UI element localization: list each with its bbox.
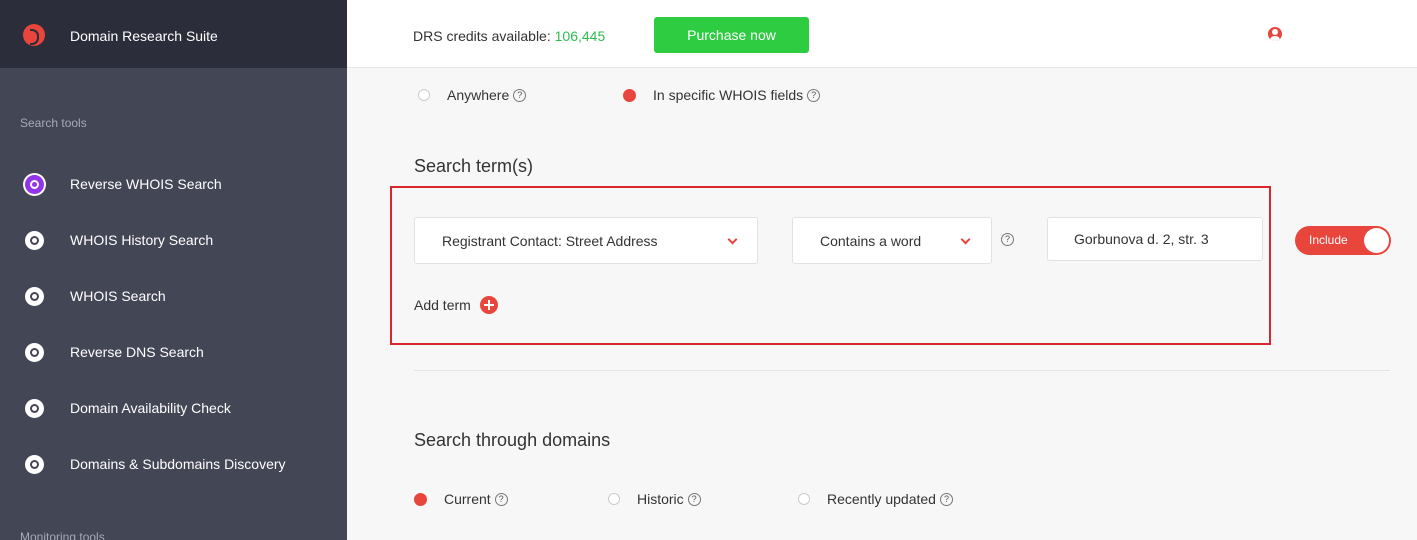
- section-divider: [414, 370, 1390, 371]
- sidebar-item-whois-search[interactable]: WHOIS Search: [0, 276, 347, 316]
- sidebar-item-label: Reverse WHOIS Search: [70, 176, 222, 192]
- radio-historic[interactable]: Historic ?: [608, 491, 701, 507]
- radio-specific-dot[interactable]: [623, 88, 636, 102]
- help-icon[interactable]: ?: [1001, 233, 1014, 246]
- search-terms-heading: Search term(s): [414, 156, 534, 176]
- sidebar-item-label: Reverse DNS Search: [70, 344, 204, 360]
- radio-specific-whois-fields[interactable]: In specific WHOIS fields ?: [623, 87, 821, 103]
- whois-field-value: Registrant Contact: Street Address: [442, 232, 658, 249]
- chevron-down-icon: [960, 234, 971, 245]
- user-account-icon[interactable]: [1268, 27, 1282, 41]
- radio-specific-label: In specific WHOIS fields: [653, 87, 804, 103]
- sidebar-item-whois-history[interactable]: WHOIS History Search: [0, 220, 347, 260]
- toggle-knob: [1364, 228, 1389, 253]
- radio-current[interactable]: Current ?: [414, 491, 508, 507]
- add-term-label: Add term: [414, 297, 471, 313]
- sidebar-item-subdomains-discovery[interactable]: Domains & Subdomains Discovery: [0, 444, 347, 484]
- radio-recently-updated-label: Recently updated: [827, 491, 936, 507]
- user-circle-icon: [25, 286, 44, 306]
- sidebar-item-label: Domain Availability Check: [70, 400, 231, 416]
- help-icon[interactable]: ?: [494, 492, 508, 506]
- radio-anywhere-dot[interactable]: [418, 89, 430, 101]
- search-terms-highlight: [390, 186, 1271, 345]
- brand-title[interactable]: Domain Research Suite: [70, 28, 218, 44]
- add-term-button[interactable]: Add term: [414, 296, 498, 314]
- radio-historic-label: Historic: [637, 491, 684, 507]
- include-toggle[interactable]: Include: [1295, 226, 1391, 255]
- availability-icon: [25, 398, 44, 418]
- logo-icon[interactable]: [23, 24, 45, 46]
- match-type-select[interactable]: Contains a word: [792, 217, 992, 264]
- help-icon[interactable]: ?: [939, 492, 953, 506]
- sidebar-item-label: Domains & Subdomains Discovery: [70, 456, 286, 472]
- reverse-whois-icon: [25, 174, 44, 194]
- radio-current-label: Current: [444, 491, 491, 507]
- sidebar-item-label: WHOIS History Search: [70, 232, 214, 248]
- help-icon[interactable]: ?: [687, 492, 701, 506]
- radio-recently-updated[interactable]: Recently updated ?: [798, 491, 953, 507]
- whois-field-select[interactable]: Registrant Contact: Street Address: [414, 217, 758, 264]
- purchase-now-button[interactable]: Purchase now: [654, 17, 809, 53]
- search-term-input[interactable]: [1047, 217, 1263, 261]
- monitoring-tools-label: Monitoring tools: [20, 530, 105, 540]
- search-domains-heading: Search through domains: [414, 430, 611, 450]
- sidebar-item-domain-availability[interactable]: Domain Availability Check: [0, 388, 347, 428]
- credits-info: DRS credits available: 106,445: [413, 28, 605, 44]
- chevron-down-icon: [727, 234, 738, 245]
- credits-label: DRS credits available:: [413, 28, 551, 44]
- history-icon: [25, 230, 44, 250]
- radio-anywhere[interactable]: Anywhere ?: [418, 87, 527, 103]
- sidebar-header: Domain Research Suite: [0, 0, 347, 68]
- credits-value: 106,445: [554, 28, 606, 44]
- match-type-value: Contains a word: [820, 232, 922, 249]
- toggle-label: Include: [1309, 233, 1348, 247]
- plus-circle-icon[interactable]: [479, 296, 498, 314]
- discovery-icon: [25, 454, 44, 474]
- radio-current-dot[interactable]: [414, 492, 427, 506]
- radio-recently-updated-dot[interactable]: [798, 493, 810, 505]
- help-icon[interactable]: ?: [513, 88, 527, 102]
- help-icon[interactable]: ?: [807, 88, 821, 102]
- top-bar: DRS credits available: 106,445 Purchase …: [347, 0, 1417, 68]
- sidebar: Domain Research Suite Search tools Rever…: [0, 0, 347, 540]
- sidebar-item-reverse-whois[interactable]: Reverse WHOIS Search: [0, 164, 347, 204]
- search-tools-label: Search tools: [20, 116, 87, 130]
- globe-icon: [25, 342, 44, 362]
- sidebar-item-reverse-dns[interactable]: Reverse DNS Search: [0, 332, 347, 372]
- radio-anywhere-label: Anywhere: [447, 87, 510, 103]
- radio-historic-dot[interactable]: [608, 493, 620, 505]
- sidebar-item-label: WHOIS Search: [70, 288, 166, 304]
